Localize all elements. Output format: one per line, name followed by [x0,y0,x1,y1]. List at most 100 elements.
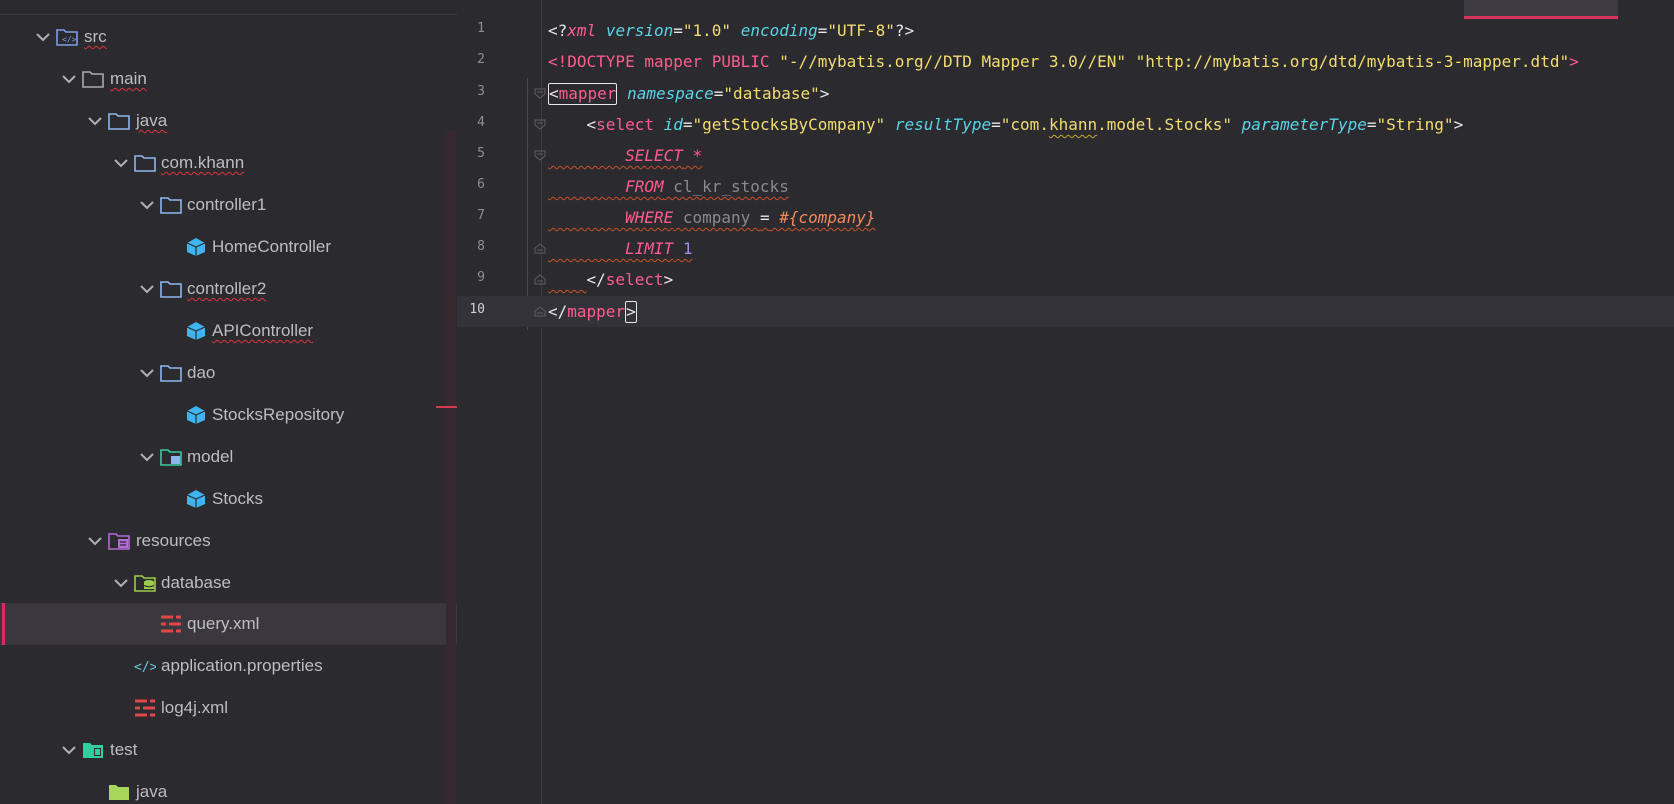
code-line[interactable]: 6 FROM cl_kr_stocks [457,171,1674,202]
chevron-down-icon[interactable] [139,198,155,212]
code-text: </mapper> [548,301,637,323]
code-line[interactable]: 9 </select> [457,264,1674,295]
code-line[interactable]: 8 LIMIT 1 [457,233,1674,264]
java-class-icon [186,238,206,256]
fold-end-icon[interactable] [534,274,546,285]
tree-item-label: database [161,573,231,592]
tree-item-resources[interactable]: resources [0,520,457,562]
tree-item-com-khann[interactable]: com.khann [0,142,457,184]
tree-item-controller1[interactable]: controller1 [0,184,457,226]
tree-item-label: java [136,111,168,130]
code-line-current[interactable]: 10 </mapper> [457,296,1674,327]
tree-item-label: dao [187,363,216,382]
xml-file-icon [135,699,155,717]
code-text: <!DOCTYPE mapper PUBLIC "-//mybatis.org/… [548,52,1579,71]
fold-end-icon[interactable] [534,243,546,254]
code-line[interactable]: 4 <select id="getStocksByCompany" result… [457,109,1674,140]
tree-item-label: com.khann [161,153,245,172]
java-class-icon [186,490,206,508]
tree-item-log4j-xml[interactable]: log4j.xml [0,687,457,729]
svg-text:</>: </> [134,660,156,675]
fold-toggle-icon[interactable] [534,119,546,130]
chevron-down-icon[interactable] [113,156,129,170]
fold-end-icon[interactable] [534,306,546,317]
test-folder-icon [83,743,103,758]
tree-item-apicontroller[interactable]: APIController [0,310,457,352]
chevron-down-icon[interactable] [87,114,103,128]
line-number: 1 [477,21,485,36]
chevron-down-icon[interactable] [61,72,77,86]
folder-icon [134,155,156,172]
tree-item-main[interactable]: main [0,58,457,100]
code-text: LIMIT 1 [625,239,693,258]
tree-item-label: controller2 [187,279,267,298]
tree-item-homecontroller[interactable]: HomeController [0,226,457,268]
java-class-icon [186,406,206,424]
tree-item-database[interactable]: database [0,562,457,604]
tree-item-label: query.xml [187,614,260,633]
source-folder-icon: </> [56,29,78,46]
fold-toggle-icon[interactable] [534,88,546,99]
tree-item-label: resources [136,531,211,550]
code-text: <?xml version="1.0" encoding="UTF-8"?> [548,21,915,40]
code-line[interactable]: 2 <!DOCTYPE mapper PUBLIC "-//mybatis.or… [457,46,1674,77]
fold-toggle-icon[interactable] [534,150,546,161]
line-number: 7 [477,208,485,223]
tree-item-model[interactable]: model [0,436,457,478]
tree-item-controller2[interactable]: controller2 [0,268,457,310]
tree-item-label: test [110,740,138,759]
tree-item-label: java [136,782,168,801]
code-line[interactable]: 7 WHERE company = #{company} [457,202,1674,233]
code-line[interactable]: 1 <?xml version="1.0" encoding="UTF-8"?> [457,15,1674,46]
chevron-down-icon[interactable] [61,743,77,757]
line-number: 2 [477,52,485,67]
tree-item-stocksrepository[interactable]: StocksRepository [0,394,457,436]
tree-item-application-properties[interactable]: </> application.properties [0,645,457,687]
sidebar-divider [0,14,457,15]
line-number: 3 [477,84,485,99]
code-text: SELECT * [625,146,703,165]
code-text: WHERE company = #{company} [625,208,876,227]
tree-item-java[interactable]: java [0,100,457,142]
tree-item-test-java[interactable]: java [0,771,457,804]
chevron-down-icon[interactable] [113,576,129,590]
code-line[interactable]: 5 SELECT * [457,140,1674,171]
folder-icon [82,71,104,88]
database-folder-icon [134,575,156,592]
code-line[interactable]: 3 <mapper namespace="database"> [457,78,1674,109]
line-number: 6 [477,177,485,192]
tree-item-label: Stocks [212,489,264,508]
line-number: 9 [477,270,485,285]
tree-item-label: src [84,27,107,46]
line-number: 5 [477,146,485,161]
code-text: <select id="getStocksByCompany" resultTy… [586,115,1464,134]
tree-item-label: model [187,447,234,466]
tree-item-stocks[interactable]: Stocks [0,478,457,520]
code-text: FROM cl_kr_stocks [625,177,789,196]
properties-file-icon: </> [134,660,156,675]
line-number: 4 [477,115,485,130]
code-text: <mapper namespace="database"> [548,83,830,105]
chevron-down-icon[interactable] [139,366,155,380]
sidebar-scrollbar[interactable] [446,130,456,804]
folder-icon [109,785,129,800]
scrollbar-error-marker [436,406,457,408]
code-text: </select> [586,270,674,289]
tree-item-label: main [110,69,147,88]
tree-item-src[interactable]: </> src [0,16,457,58]
svg-text:</>: </> [62,35,77,44]
tree-item-dao[interactable]: dao [0,352,457,394]
xml-file-icon [161,615,181,633]
folder-icon [160,365,182,382]
tree-item-label: log4j.xml [161,698,229,717]
chevron-down-icon[interactable] [35,30,51,44]
tree-item-query-xml[interactable]: query.xml [0,603,457,645]
line-number: 10 [469,302,485,317]
chevron-down-icon[interactable] [139,450,155,464]
code-editor[interactable]: 1 <?xml version="1.0" encoding="UTF-8"?>… [457,0,1674,804]
chevron-down-icon[interactable] [139,282,155,296]
tree-item-label: APIController [212,321,314,340]
chevron-down-icon[interactable] [87,534,103,548]
tree-item-test[interactable]: test [0,729,457,771]
folder-icon [108,113,130,130]
